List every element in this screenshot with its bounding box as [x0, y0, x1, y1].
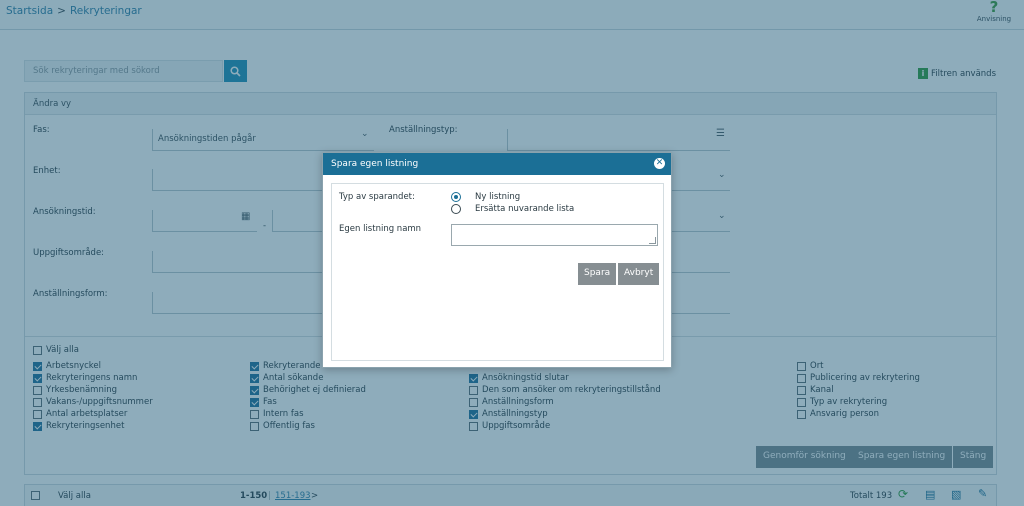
radio-button[interactable] — [451, 192, 461, 202]
radio-replace-list-label: Ersätta nuvarande lista — [475, 204, 575, 214]
save-type-label: Typ av sparandet: — [339, 192, 415, 202]
dialog-title: Spara egen listning — [331, 159, 419, 169]
radio-button[interactable] — [451, 204, 461, 214]
page: Startsida>Rekryteringar ? Anvisning Sök … — [0, 0, 1024, 506]
close-icon[interactable]: ✕ — [654, 158, 665, 169]
radio-new-list[interactable]: Ny listning — [451, 192, 520, 202]
dialog-body: Typ av sparandet: Ny listning Ersätta nu… — [331, 183, 664, 361]
dialog-header: Spara egen listning ✕ — [323, 153, 671, 175]
list-name-label: Egen listning namn — [339, 224, 422, 234]
save-button[interactable]: Spara — [578, 263, 617, 285]
save-list-dialog: Spara egen listning ✕ Typ av sparandet: … — [322, 152, 672, 368]
radio-replace-list[interactable]: Ersätta nuvarande lista — [451, 204, 574, 214]
list-name-input[interactable] — [451, 224, 658, 246]
radio-new-list-label: Ny listning — [475, 192, 521, 202]
cancel-button[interactable]: Avbryt — [618, 263, 660, 285]
